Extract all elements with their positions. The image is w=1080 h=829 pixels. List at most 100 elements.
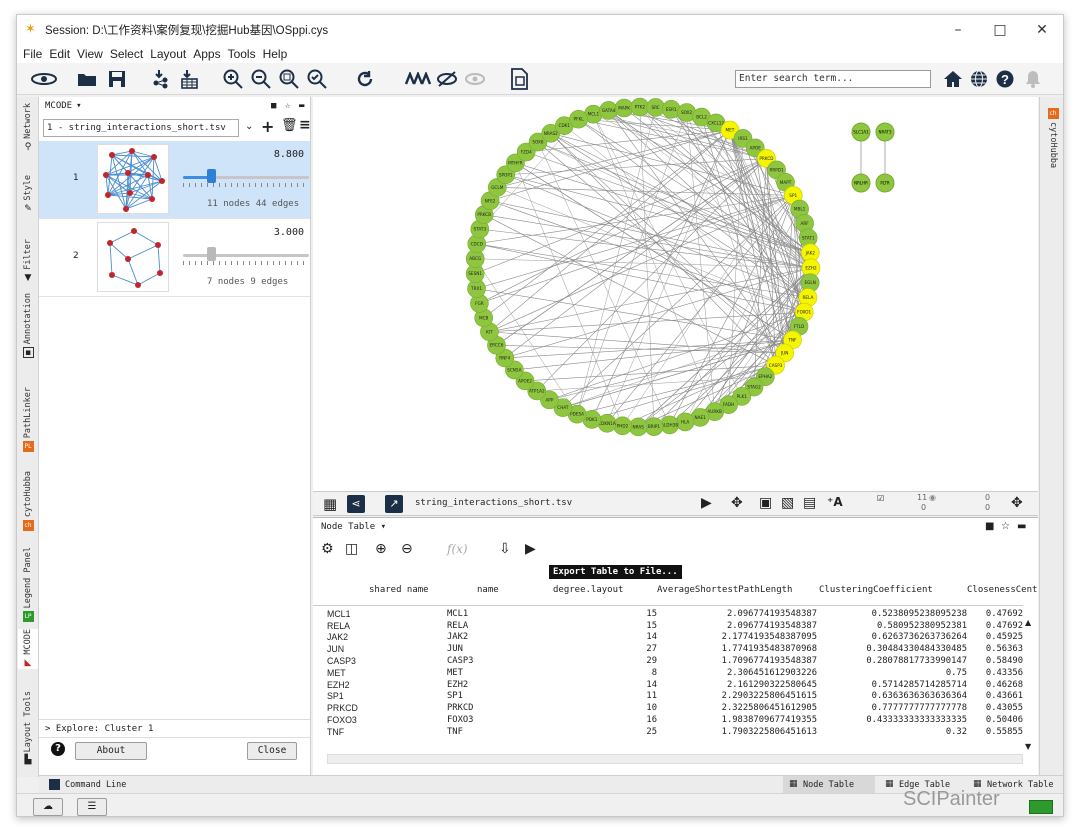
command-line-tab[interactable]: Command Line xyxy=(65,780,126,790)
function-builder-button[interactable]: f(x) xyxy=(447,542,468,556)
network-edge[interactable] xyxy=(578,118,812,269)
column-header-clustering[interactable]: ClusteringCoefficient xyxy=(819,585,933,595)
table-row[interactable]: EZH2 EZH2 14 2.161290322580645 0.57142857142… xyxy=(327,679,1023,691)
network-node[interactable]: PTK2 xyxy=(630,97,650,117)
home-icon[interactable] xyxy=(941,67,965,91)
show-icon[interactable] xyxy=(463,67,487,91)
float-panel-icon[interactable]: ■ xyxy=(985,521,994,532)
settings-gear-icon[interactable]: ⚙ xyxy=(321,541,334,557)
network-node[interactable]: PHD2 xyxy=(613,416,632,436)
network-node[interactable]: NRAT3 xyxy=(875,122,895,142)
tab-filter[interactable]: Filter ▼ xyxy=(18,239,38,284)
tab-cytohubba-right[interactable]: ch cytoHubba xyxy=(1043,105,1063,168)
column-header-name[interactable]: name xyxy=(477,585,499,595)
tab-legend-panel[interactable]: Legend Panel LP xyxy=(18,547,38,623)
table-row[interactable]: MET MET 8 2.306451612903226 0.75 0.43356 xyxy=(327,667,1023,679)
explore-cluster-toggle[interactable]: > Explore: Cluster 1 xyxy=(39,719,310,737)
network-node[interactable]: BRIP1 xyxy=(644,417,664,436)
minimize-panel-icon[interactable]: ▬ xyxy=(1017,521,1026,532)
pin-icon[interactable]: ☆ xyxy=(1001,521,1010,532)
network-select[interactable]: 1 - string_interactions_short.tsv xyxy=(43,119,239,137)
network-overview-icon[interactable] xyxy=(29,67,59,91)
network-node[interactable]: NRLHR xyxy=(851,173,871,193)
network-edge[interactable] xyxy=(505,158,767,176)
network-edge[interactable] xyxy=(536,376,766,392)
export-image-icon[interactable] xyxy=(507,67,531,91)
zoom-out-icon[interactable] xyxy=(249,67,273,91)
network-node[interactable]: SRC xyxy=(646,98,665,117)
network-node[interactable]: PFKL xyxy=(569,109,588,129)
network-edge[interactable] xyxy=(593,114,715,412)
search-input[interactable]: Enter search term... xyxy=(735,70,931,88)
menu-select[interactable]: Select xyxy=(110,47,143,61)
menu-view[interactable]: View xyxy=(77,47,103,61)
table-row[interactable]: RELA RELA 15 2.096774193548387 0.58095238095… xyxy=(327,620,1023,632)
table-row[interactable]: CASP3 CASP3 29 1.7096774193548387 0.28078817… xyxy=(327,655,1023,667)
table-row[interactable]: FOXO3 FOXO3 16 1.9838709677419355 0.43333333… xyxy=(327,714,1023,726)
network-node[interactable]: MAPK xyxy=(614,98,634,118)
selection-checkbox[interactable]: ☑ xyxy=(877,494,884,503)
tab-network[interactable]: Network ⚲ xyxy=(18,103,38,153)
network-node[interactable]: HLA xyxy=(675,412,695,432)
pan-icon[interactable]: ✥ xyxy=(731,495,743,511)
menu-icon[interactable]: ≡ xyxy=(299,117,311,133)
zoom-selected-icon[interactable] xyxy=(305,67,329,91)
share-network-icon[interactable]: ⋖ xyxy=(347,495,365,513)
menu-edit[interactable]: Edit xyxy=(49,47,70,61)
table-row[interactable]: PRKCD PRKCD 10 2.3225806451612905 0.77777777… xyxy=(327,702,1023,714)
cluster-row[interactable]: 1 8.800 11 nodes 44 edges xyxy=(39,141,310,219)
import-table-icon[interactable]: ⇩ xyxy=(499,541,511,557)
table-row[interactable]: MCL1 MCL1 15 2.096774193548387 0.52380952380… xyxy=(327,608,1023,620)
add-column-icon[interactable]: ⊕ xyxy=(375,541,387,557)
network-edge[interactable] xyxy=(606,195,794,424)
table-row[interactable]: JUN JUN 27 1.7741935483870968 0.304843304843… xyxy=(327,643,1023,655)
network-node[interactable]: GATA4 xyxy=(599,101,618,120)
network-node[interactable]: NRAS xyxy=(628,417,648,437)
maximize-button[interactable]: □ xyxy=(979,15,1021,45)
column-visibility-icon[interactable]: ◫ xyxy=(345,541,358,557)
menu-tools[interactable]: Tools xyxy=(228,47,256,61)
scroll-down-icon[interactable]: ▼ xyxy=(1025,742,1031,751)
delete-icon[interactable]: 🗑 xyxy=(281,118,298,133)
close-button[interactable]: Close xyxy=(247,742,297,760)
annotation-text-icon[interactable]: ⁺A xyxy=(827,495,843,509)
select-edges-icon[interactable]: ▧ xyxy=(781,495,794,511)
horizontal-scrollbar[interactable] xyxy=(327,754,1023,764)
cloud-button[interactable]: ☁ xyxy=(33,798,63,816)
export-network-icon[interactable]: ▶ xyxy=(701,495,712,511)
chevron-down-icon[interactable]: ▾ xyxy=(76,101,81,111)
show-neighbors-icon[interactable] xyxy=(403,67,433,91)
tab-cytohubba[interactable]: cytoHubba ch xyxy=(18,471,38,532)
close-window-button[interactable]: ✕ xyxy=(1021,15,1063,45)
about-button[interactable]: About xyxy=(75,742,147,760)
tab-mcode[interactable]: MCODE ◣ xyxy=(18,629,38,669)
float-panel-icon[interactable]: ■ xyxy=(271,101,276,111)
task-list-button[interactable]: ☰ xyxy=(77,798,107,816)
menu-layout[interactable]: Layout xyxy=(150,47,186,61)
network-edge[interactable] xyxy=(476,243,808,298)
refresh-icon[interactable] xyxy=(353,67,377,91)
pin-icon[interactable]: ☆ xyxy=(285,101,290,111)
menu-help[interactable]: Help xyxy=(263,47,288,61)
column-header-degree[interactable]: degree.layout xyxy=(553,585,623,595)
expand-view-icon[interactable]: ↗ xyxy=(385,495,403,513)
network-edge[interactable] xyxy=(576,112,687,415)
tab-style[interactable]: Style ✎ xyxy=(18,175,38,215)
menu-file[interactable]: File xyxy=(23,47,42,61)
network-edge[interactable] xyxy=(476,288,793,341)
table-row[interactable]: SP1 SP1 11 2.2903225806451615 0.636363636363… xyxy=(327,691,1023,703)
export-table-icon[interactable]: ▶ xyxy=(525,541,536,557)
tab-node-table[interactable]: ▦ Node Table xyxy=(783,776,875,794)
network-edge[interactable] xyxy=(497,187,805,313)
cluster-size-slider[interactable] xyxy=(183,169,309,189)
table-row[interactable]: JAK2 JAK2 14 2.1774193548387095 0.6263736263… xyxy=(327,632,1023,644)
open-folder-icon[interactable] xyxy=(75,67,99,91)
tab-layout-tools[interactable]: Layout Tools ▙ xyxy=(18,691,38,766)
import-table-icon[interactable] xyxy=(177,67,201,91)
add-icon[interactable]: + xyxy=(261,117,274,136)
delete-column-icon[interactable]: ⊖ xyxy=(401,541,413,557)
network-edge[interactable] xyxy=(479,119,579,230)
save-icon[interactable] xyxy=(105,67,129,91)
zoom-in-icon[interactable] xyxy=(221,67,245,91)
select-annotations-icon[interactable]: ▤ xyxy=(803,495,816,511)
